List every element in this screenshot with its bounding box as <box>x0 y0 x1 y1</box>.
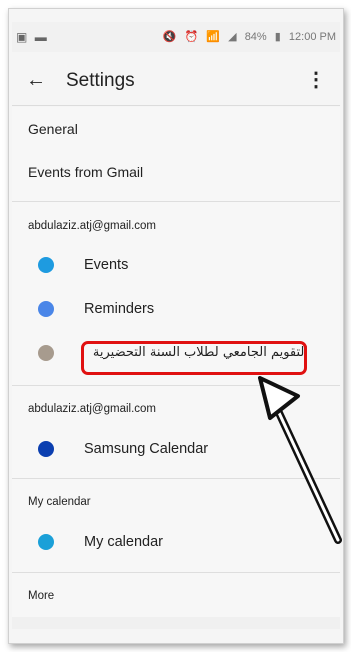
calendar-color-dot <box>38 301 54 317</box>
calendar-item-reminders[interactable]: Reminders <box>12 297 340 321</box>
more-vert-icon[interactable]: ⋮ <box>306 68 326 92</box>
annotation-arrow-icon <box>258 376 342 544</box>
status-right-icons: 🔇 ⏰ 📶 ◢ 84% ▮ 12:00 PM <box>158 30 336 43</box>
account-header-2-label: abdulaziz.atj@gmail.com <box>28 403 157 415</box>
calendar-item-label: My calendar <box>84 534 163 550</box>
calendar-item-label: Samsung Calendar <box>84 441 209 457</box>
app-bar: ← Settings ⋮ <box>12 56 340 106</box>
setting-events-from-gmail-label: Events from Gmail <box>28 164 144 180</box>
calendar-item-events[interactable]: Events <box>12 253 340 277</box>
more-header-label: More <box>28 590 55 602</box>
media-icon: ▬ <box>34 30 49 44</box>
calendar-color-dot <box>38 534 54 550</box>
calendar-item-label: Reminders <box>84 301 155 317</box>
page-title: Settings <box>66 70 135 91</box>
divider <box>12 201 340 202</box>
alarm-icon: ⏰ <box>184 31 199 43</box>
highlight-box <box>81 341 307 375</box>
image-icon: ▣ <box>16 30 30 44</box>
calendar-item-label: Events <box>84 257 129 273</box>
more-header: More <box>12 587 340 607</box>
setting-events-from-gmail[interactable]: Events from Gmail <box>12 160 340 184</box>
arrow-shape <box>258 376 342 544</box>
divider <box>12 572 340 573</box>
status-left-icons: ▣ ▬ <box>16 30 49 44</box>
my-calendar-header-label: My calendar <box>28 496 91 508</box>
wifi-icon: 📶 <box>206 31 221 43</box>
status-time: 12:00 PM <box>288 31 336 43</box>
calendar-color-dot <box>38 345 54 361</box>
setting-general-label: General <box>28 121 78 137</box>
battery-icon: ▮ <box>274 31 281 43</box>
status-bar: ▣ ▬ 🔇 ⏰ 📶 ◢ 84% ▮ 12:00 PM <box>12 22 340 52</box>
signal-icon: ◢ <box>228 31 237 43</box>
bottom-edge <box>12 617 340 629</box>
arrow-back-icon[interactable]: ← <box>26 68 46 92</box>
account-header-1: abdulaziz.atj@gmail.com <box>12 217 340 237</box>
mute-icon: 🔇 <box>162 31 177 43</box>
calendar-color-dot <box>38 441 54 457</box>
setting-general[interactable]: General <box>12 117 340 141</box>
calendar-color-dot <box>38 257 54 273</box>
account-header-1-label: abdulaziz.atj@gmail.com <box>28 220 157 232</box>
battery-percent: 84% <box>244 31 267 43</box>
